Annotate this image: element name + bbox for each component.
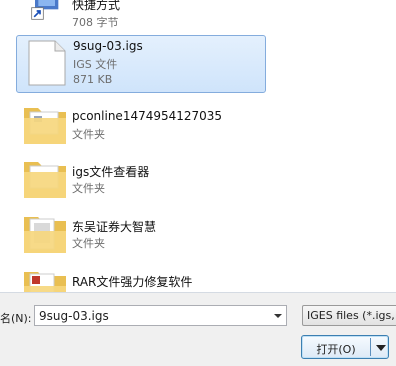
- file-type-filter[interactable]: IGES files (*.igs,: [302, 305, 396, 326]
- file-size: 871 KB: [73, 73, 113, 86]
- file-type: IGS 文件: [73, 58, 118, 71]
- open-button[interactable]: 打开(O): [301, 335, 389, 359]
- file-size: 708 字节: [72, 16, 119, 29]
- file-name: 快捷方式: [72, 0, 121, 12]
- filename-value: 9sug-03.igs: [39, 309, 109, 323]
- folder-icon: [24, 217, 66, 253]
- folder-type: 文件夹: [72, 128, 105, 141]
- folder-type: 文件夹: [72, 182, 105, 195]
- file-list: 快捷方式 708 字节 9sug-03.igs IGS 文件 871 KB pc…: [0, 0, 396, 292]
- file-name: 9sug-03.igs: [73, 39, 143, 53]
- filter-value: IGES files (*.igs,: [307, 309, 395, 322]
- chevron-down-icon[interactable]: [274, 314, 282, 318]
- folder-icon: [24, 162, 66, 198]
- chevron-down-icon[interactable]: [376, 345, 386, 351]
- dialog-bottom-bar: 名(N): 9sug-03.igs IGES files (*.igs, 打开(…: [0, 292, 396, 366]
- document-icon: [28, 40, 66, 86]
- folder-name: 东吴证券大智慧: [72, 220, 157, 234]
- split-divider: [370, 338, 371, 356]
- folder-item-igs-viewer[interactable]: igs文件查看器 文件夹: [16, 150, 264, 206]
- filename-label: 名(N):: [0, 312, 32, 325]
- file-item-9sug-03[interactable]: 9sug-03.igs IGS 文件 871 KB: [16, 35, 266, 93]
- filename-combobox[interactable]: 9sug-03.igs: [34, 305, 287, 326]
- open-button-label: 打开(O): [316, 343, 356, 356]
- folder-type: 文件夹: [72, 237, 105, 250]
- folder-icon: [24, 272, 66, 292]
- folder-name: RAR文件强力修复软件: [72, 275, 193, 289]
- folder-name: igs文件查看器: [72, 165, 150, 179]
- folder-item-dongwu[interactable]: 东吴证券大智慧 文件夹: [16, 205, 264, 261]
- folder-name: pconline1474954127035: [72, 109, 223, 123]
- shortcut-icon: [31, 0, 59, 20]
- folder-item-rar-repair[interactable]: RAR文件强力修复软件: [16, 260, 264, 292]
- folder-icon: [24, 108, 66, 144]
- file-item-shortcut[interactable]: 快捷方式 708 字节: [16, 0, 264, 36]
- folder-item-pconline[interactable]: pconline1474954127035 文件夹: [16, 96, 264, 152]
